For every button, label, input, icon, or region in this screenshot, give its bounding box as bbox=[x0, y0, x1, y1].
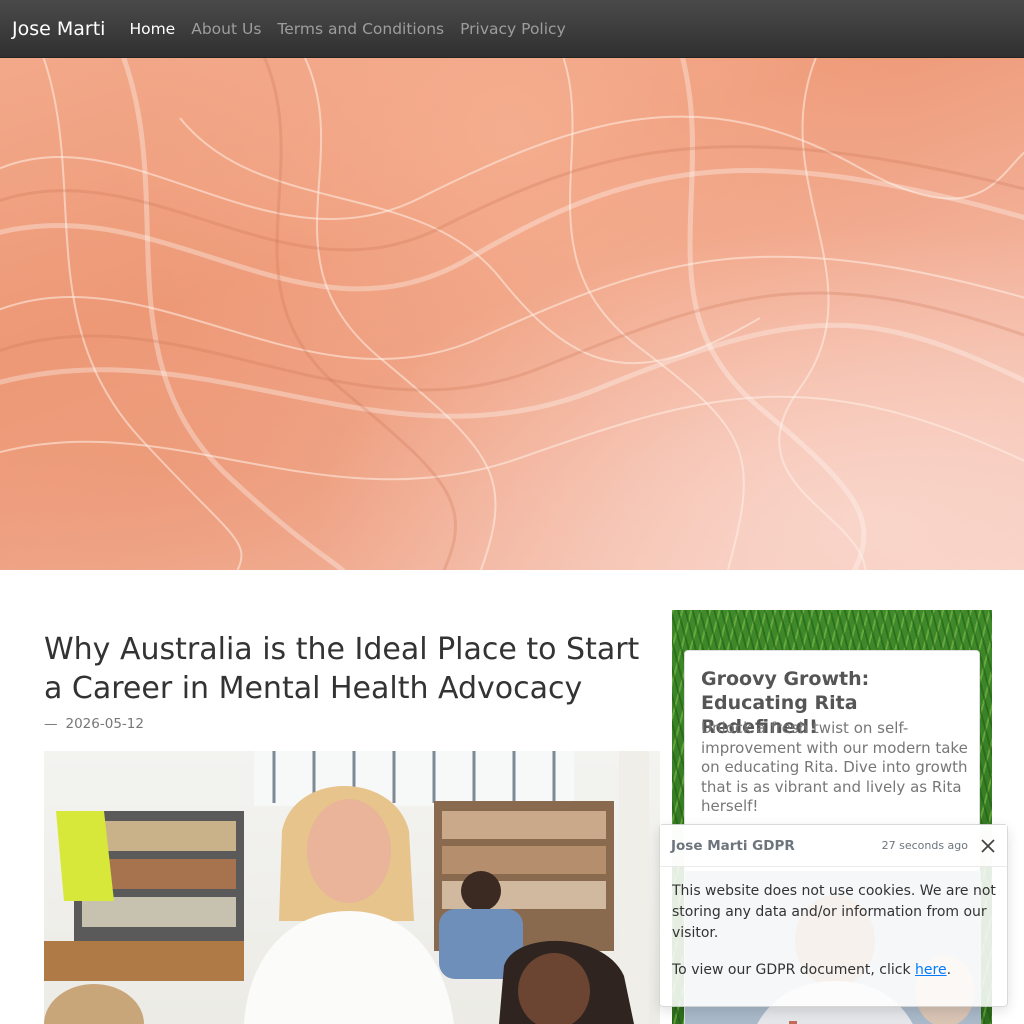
sidebar-card-text: Unlock a fresh twist on self-improvement… bbox=[701, 719, 968, 815]
toast-body: This website does not use cookies. We ar… bbox=[672, 881, 998, 997]
classroom-photo-graphic bbox=[44, 751, 649, 1024]
gdpr-link[interactable]: here bbox=[915, 962, 947, 978]
article-title[interactable]: Why Australia is the Ideal Place to Star… bbox=[44, 630, 664, 708]
navbar: Jose Marti Home About Us Terms and Condi… bbox=[0, 0, 1024, 58]
toast-header: Jose Marti GDPR 27 seconds ago bbox=[660, 825, 1007, 867]
article-date: 2026-05-12 bbox=[65, 716, 144, 732]
gdpr-suffix: . bbox=[946, 962, 952, 978]
toast-time: 27 seconds ago bbox=[881, 839, 968, 852]
tulle-fabric-graphic bbox=[0, 58, 1024, 570]
toast-message: This website does not use cookies. We ar… bbox=[672, 883, 996, 941]
article-meta: — 2026-05-12 bbox=[44, 716, 144, 732]
nav-link-about-us[interactable]: About Us bbox=[183, 20, 269, 38]
close-icon[interactable] bbox=[980, 838, 996, 854]
gdpr-prefix: To view our GDPR document, click bbox=[672, 962, 916, 978]
toast-gdpr-line: To view our GDPR document, click here. bbox=[672, 960, 998, 981]
gdpr-toast: Jose Marti GDPR 27 seconds ago This webs… bbox=[659, 824, 1008, 1007]
meta-dash: — bbox=[44, 716, 58, 732]
toast-title: Jose Marti GDPR bbox=[671, 837, 795, 854]
article-image[interactable] bbox=[44, 751, 660, 1024]
nav-link-privacy[interactable]: Privacy Policy bbox=[452, 20, 574, 38]
brand-link[interactable]: Jose Marti bbox=[12, 18, 105, 40]
hero-image bbox=[0, 58, 1024, 570]
nav-link-terms[interactable]: Terms and Conditions bbox=[269, 20, 452, 38]
nav-link-home[interactable]: Home bbox=[121, 20, 183, 38]
